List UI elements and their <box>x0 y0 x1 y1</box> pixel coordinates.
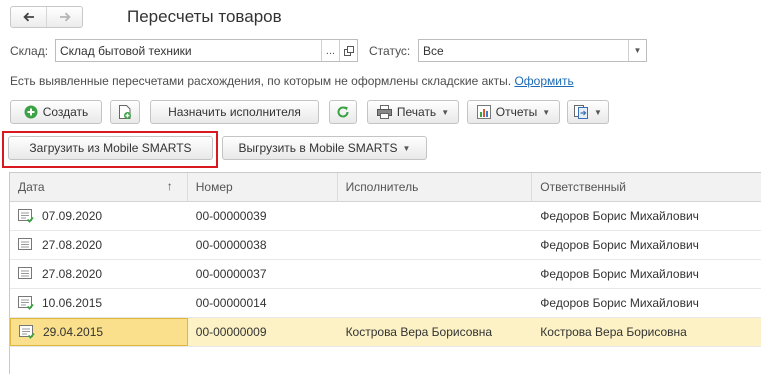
column-header-executor[interactable]: Исполнитель <box>338 173 533 201</box>
forward-button[interactable] <box>46 7 82 27</box>
date-cell: 27.08.2020 <box>10 231 188 259</box>
print-label: Печать <box>396 105 437 119</box>
warehouse-value: Склад бытовой техники <box>60 43 192 58</box>
chevron-down-icon: ▼ <box>633 46 642 55</box>
refresh-icon <box>337 106 349 118</box>
arrow-left-icon <box>22 12 34 22</box>
status-label: Статус: <box>369 44 411 58</box>
plus-circle-icon <box>24 105 38 119</box>
assign-executor-label: Назначить исполнителя <box>168 105 301 119</box>
column-header-number[interactable]: Номер <box>188 173 338 201</box>
copy-document-icon <box>119 105 131 119</box>
open-icon <box>343 45 354 56</box>
responsible-cell: Федоров Борис Михайлович <box>540 267 699 281</box>
responsible-cell: Федоров Борис Михайлович <box>540 296 699 310</box>
chevron-down-icon: ▼ <box>542 107 551 117</box>
executor-cell: Кострова Вера Борисовна <box>345 325 493 339</box>
load-from-mobile-smarts-button[interactable]: Загрузить из Mobile SMARTS <box>8 136 213 160</box>
chevron-down-icon: ▼ <box>441 107 450 117</box>
back-button[interactable] <box>11 7 46 27</box>
sort-ascending-icon: ↑ <box>166 179 173 193</box>
arrow-right-icon <box>59 12 71 22</box>
document-icon <box>18 238 32 250</box>
recounts-table: Дата ↑ Номер Исполнитель Ответственный 0… <box>9 172 761 374</box>
table-header: Дата ↑ Номер Исполнитель Ответственный <box>10 173 761 202</box>
status-dropdown-button[interactable]: ▼ <box>628 40 646 61</box>
print-button[interactable]: Печать ▼ <box>367 100 459 124</box>
table-row[interactable]: 07.09.2020 00-00000039 Федоров Борис Мих… <box>10 202 761 231</box>
document-icon <box>18 267 32 279</box>
assign-executor-button[interactable]: Назначить исполнителя <box>150 100 319 124</box>
table-row[interactable]: 27.08.2020 00-00000038 Федоров Борис Мих… <box>10 231 761 260</box>
executor-cell <box>338 231 533 259</box>
refresh-button[interactable] <box>329 100 357 124</box>
number-cell: 00-00000014 <box>195 296 267 310</box>
document-posted-icon <box>18 296 34 310</box>
warehouse-select-button[interactable]: ... <box>321 40 339 61</box>
warehouse-label: Склад: <box>10 44 49 58</box>
navigation-buttons <box>10 6 83 28</box>
executor-cell <box>338 202 533 230</box>
column-header-date[interactable]: Дата ↑ <box>10 173 188 201</box>
number-cell: 00-00000038 <box>195 238 267 252</box>
number-cell: 00-00000037 <box>195 267 267 281</box>
responsible-cell: Федоров Борис Михайлович <box>540 209 699 223</box>
document-posted-icon <box>19 325 35 339</box>
unload-to-mobile-smarts-button[interactable]: Выгрузить в Mobile SMARTS ▼ <box>222 136 427 160</box>
table-row-selected[interactable]: 29.04.2015 00-00000009 Кострова Вера Бор… <box>10 318 761 347</box>
number-cell: 00-00000039 <box>195 209 267 223</box>
reports-button[interactable]: Отчеты ▼ <box>467 100 560 124</box>
executor-cell <box>338 289 533 317</box>
related-documents-button[interactable]: ▼ <box>567 100 609 124</box>
column-header-label: Дата <box>18 180 45 194</box>
create-button[interactable]: Создать <box>10 100 102 124</box>
column-header-label: Номер <box>195 180 233 194</box>
page-title: Пересчеты товаров <box>127 7 282 26</box>
table-row[interactable]: 10.06.2015 00-00000014 Федоров Борис Мих… <box>10 289 761 318</box>
status-value: Все <box>423 43 444 58</box>
copy-button[interactable] <box>110 100 140 124</box>
create-label: Создать <box>42 105 89 119</box>
status-field[interactable]: Все ▼ <box>418 39 647 62</box>
table-row[interactable]: 27.08.2020 00-00000037 Федоров Борис Мих… <box>10 260 761 289</box>
reports-icon <box>476 105 491 119</box>
discrepancy-text: Есть выявленные пересчетами расхождения,… <box>10 74 512 88</box>
column-header-label: Ответственный <box>540 180 626 194</box>
date-cell: 10.06.2015 <box>10 289 188 317</box>
executor-cell <box>338 260 533 288</box>
chevron-down-icon: ▼ <box>594 107 602 117</box>
warehouse-field[interactable]: Склад бытовой техники ... <box>55 39 358 62</box>
date-cell: 27.08.2020 <box>10 260 188 288</box>
responsible-cell: Кострова Вера Борисовна <box>540 325 687 339</box>
responsible-cell: Федоров Борис Михайлович <box>540 238 699 252</box>
column-header-label: Исполнитель <box>345 180 419 194</box>
load-label: Загрузить из Mobile SMARTS <box>29 141 192 155</box>
create-acts-link[interactable]: Оформить <box>514 74 573 88</box>
number-cell: 00-00000009 <box>195 325 267 339</box>
document-posted-icon <box>18 209 34 223</box>
chevron-down-icon: ▼ <box>402 143 411 153</box>
date-cell: 07.09.2020 <box>10 202 188 230</box>
discrepancy-info: Есть выявленные пересчетами расхождения,… <box>10 74 574 88</box>
printer-icon <box>376 105 392 119</box>
reports-label: Отчеты <box>495 105 538 119</box>
related-documents-icon <box>574 105 589 119</box>
unload-label: Выгрузить в Mobile SMARTS <box>238 141 398 155</box>
column-header-responsible[interactable]: Ответственный <box>532 173 761 201</box>
date-cell: 29.04.2015 <box>10 318 188 346</box>
warehouse-open-button[interactable] <box>339 40 357 61</box>
